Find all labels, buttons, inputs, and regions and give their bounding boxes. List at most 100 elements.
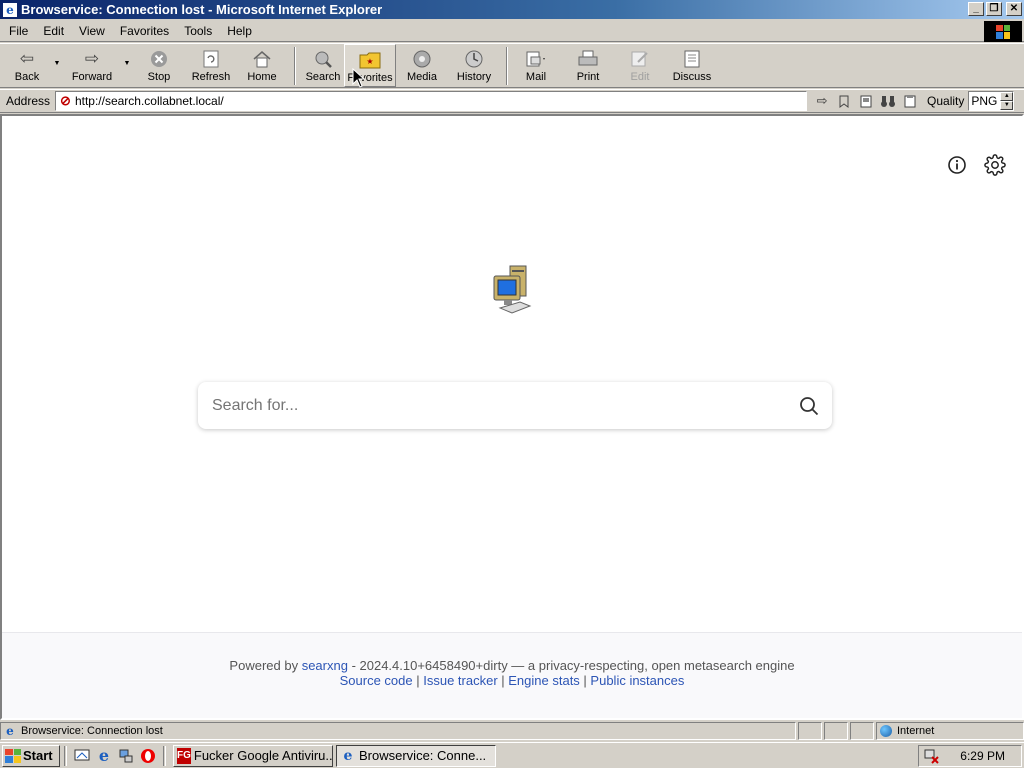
spin-up-arrow-icon[interactable]: ▲	[1000, 92, 1014, 101]
address-tools: ⇨ Quality PNG ▲ ▼	[811, 91, 1015, 111]
settings-gear-icon[interactable]	[984, 154, 1006, 176]
taskbar-item-label: Browservice: Conne...	[359, 748, 487, 763]
discuss-label: Discuss	[672, 71, 712, 83]
history-button[interactable]: History	[448, 44, 500, 87]
discuss-button[interactable]: Discuss	[662, 44, 722, 87]
status-pane	[824, 722, 848, 740]
issue-tracker-link[interactable]: Issue tracker	[423, 673, 497, 688]
quality-spinner[interactable]: PNG ▲ ▼	[968, 91, 1015, 111]
windows-logo-throbber	[984, 21, 1022, 42]
start-label: Start	[23, 748, 53, 763]
back-arrow-icon: ⇦	[19, 49, 35, 68]
footer-powered-line: Powered by searxng - 2024.4.10+6458490+d…	[2, 658, 1022, 673]
home-label: Home	[247, 71, 277, 83]
forward-dropdown-arrow[interactable]: ▼	[122, 60, 132, 67]
print-button[interactable]: Print	[558, 44, 618, 87]
discuss-icon	[681, 49, 703, 69]
search-input[interactable]	[198, 382, 786, 429]
taskbar-item-label: Fucker Google Antiviru...	[193, 748, 333, 763]
minimize-button[interactable]: _	[968, 2, 984, 16]
page-footer: Powered by searxng - 2024.4.10+6458490+d…	[2, 632, 1022, 718]
taskbar-item-active[interactable]: e Browservice: Conne...	[336, 744, 496, 767]
footer-links: Source code | Issue tracker | Engine sta…	[2, 673, 1022, 688]
opera-icon[interactable]	[139, 747, 157, 765]
spin-down-arrow-icon[interactable]: ▼	[1000, 101, 1014, 110]
system-tray: 6:29 PM	[918, 745, 1022, 767]
taskbar: Start e FG Fucker Google Antiviru... e B…	[0, 742, 1024, 768]
menu-file[interactable]: File	[0, 24, 34, 38]
go-arrow-icon[interactable]: ⇨	[811, 91, 833, 111]
searxng-link[interactable]: searxng	[302, 658, 348, 673]
status-pane	[850, 722, 874, 740]
restore-button[interactable]: ❐	[986, 2, 1002, 16]
network-icon[interactable]	[117, 747, 135, 765]
printer-icon	[577, 49, 599, 69]
back-button[interactable]: ⇦ Back	[2, 44, 52, 87]
show-desktop-icon[interactable]	[73, 747, 91, 765]
status-text: Browservice: Connection lost	[21, 725, 163, 737]
back-dropdown-arrow[interactable]: ▼	[52, 60, 62, 67]
page-icon[interactable]	[855, 91, 877, 111]
info-icon[interactable]	[946, 154, 968, 176]
menu-tools[interactable]: Tools	[175, 24, 218, 38]
ie-page-icon: e	[6, 724, 14, 738]
find-binoculars-icon[interactable]	[877, 91, 899, 111]
footer-separator: |	[412, 673, 424, 688]
search-label: Search	[305, 71, 341, 83]
top-right-links	[946, 154, 1006, 176]
stop-icon	[148, 49, 170, 69]
menu-favorites[interactable]: Favorites	[111, 24, 175, 38]
engine-stats-link[interactable]: Engine stats	[508, 673, 580, 688]
mail-button[interactable]: Mail	[514, 44, 558, 87]
footer-separator: |	[579, 673, 591, 688]
broken-page-icon: ⊘	[60, 93, 71, 108]
footer-separator: |	[497, 673, 509, 688]
toolbar-separator	[506, 47, 508, 85]
source-code-link[interactable]: Source code	[340, 673, 413, 688]
favorites-label: Favorites	[347, 72, 393, 84]
edit-button[interactable]: Edit	[618, 44, 662, 87]
start-button[interactable]: Start	[2, 744, 60, 767]
quality-label: Quality	[927, 94, 965, 108]
internet-explorer-icon[interactable]: e	[95, 746, 113, 765]
favorites-button[interactable]: ★ Favorites	[344, 44, 396, 87]
antivirus-app-icon: FG	[177, 747, 191, 764]
address-url[interactable]: http://search.collabnet.local/	[75, 94, 806, 108]
refresh-label: Refresh	[191, 71, 231, 83]
menu-view[interactable]: View	[70, 24, 111, 38]
address-field[interactable]: ⊘ http://search.collabnet.local/	[55, 91, 808, 111]
search-submit-icon[interactable]	[786, 383, 832, 429]
quality-value: PNG	[971, 94, 998, 108]
zone-label: Internet	[897, 725, 935, 737]
stop-label: Stop	[147, 71, 171, 83]
status-main-pane: e Browservice: Connection lost	[0, 722, 796, 740]
forward-arrow-icon: ⇨	[84, 49, 100, 68]
refresh-button[interactable]: Refresh	[186, 44, 236, 87]
taskbar-separator	[64, 745, 67, 766]
refresh-icon	[200, 49, 222, 69]
home-button[interactable]: Home	[236, 44, 288, 87]
window-title: Browservice: Connection lost - Microsoft…	[21, 2, 383, 17]
toolbar-separator	[294, 47, 296, 85]
windows-flag-icon	[996, 24, 1010, 39]
home-icon	[251, 49, 273, 69]
media-button[interactable]: Media	[396, 44, 448, 87]
search-globe-icon	[312, 49, 334, 69]
edit-icon	[629, 49, 651, 69]
menu-edit[interactable]: Edit	[34, 24, 70, 38]
menu-help[interactable]: Help	[218, 24, 258, 38]
clock[interactable]: 6:29 PM	[960, 749, 1005, 763]
network-status-icon[interactable]	[923, 748, 939, 764]
bookmark-icon[interactable]	[833, 91, 855, 111]
public-instances-link[interactable]: Public instances	[590, 673, 684, 688]
close-button[interactable]: ✕	[1006, 2, 1022, 16]
forward-button[interactable]: ⇨ Forward	[62, 44, 122, 87]
version-text: - 2024.4.10+6458490+dirty — a privacy-re…	[347, 658, 795, 673]
taskbar-item[interactable]: FG Fucker Google Antiviru...	[173, 744, 333, 767]
search-button[interactable]: Search	[302, 44, 344, 87]
clipboard-icon[interactable]	[899, 91, 921, 111]
internet-globe-icon	[880, 725, 892, 737]
taskbar-separator	[163, 745, 166, 766]
powered-by-text: Powered by	[229, 658, 299, 673]
stop-button[interactable]: Stop	[132, 44, 186, 87]
